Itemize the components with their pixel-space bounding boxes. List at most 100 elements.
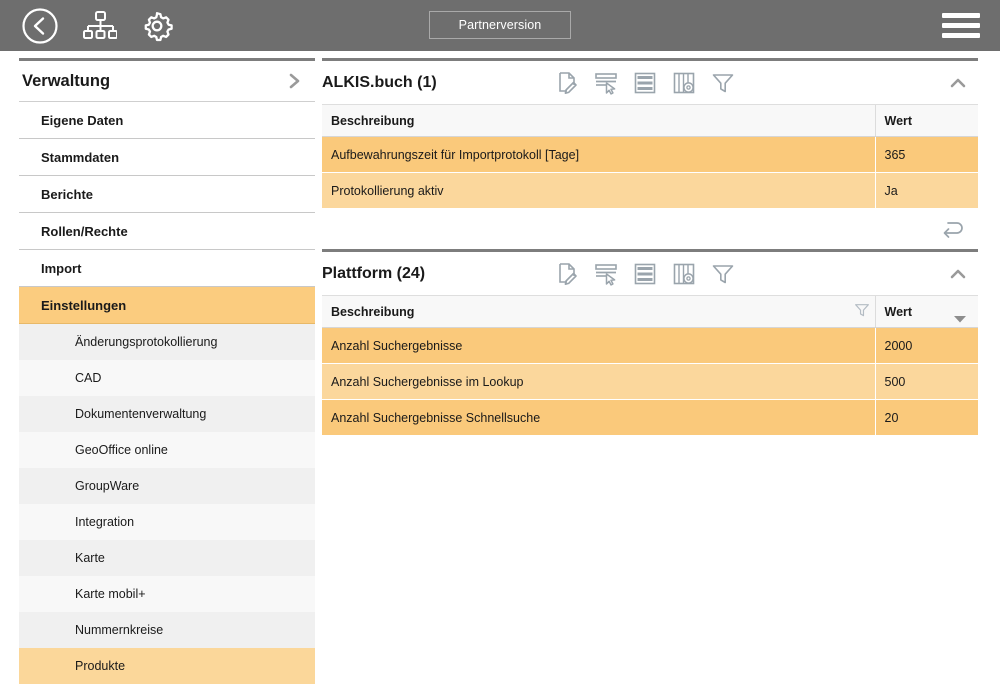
sidebar-subitem-label: Karte xyxy=(75,551,105,565)
table-row[interactable]: Protokollierung aktiv Ja xyxy=(322,173,978,209)
panel-header-actions xyxy=(948,264,978,284)
sort-caret-icon[interactable] xyxy=(954,315,966,323)
page-body: Verwaltung Eigene Daten Stammdaten Beric… xyxy=(0,51,1000,688)
sidebar-item-rollen-rechte[interactable]: Rollen/Rechte xyxy=(19,213,315,250)
edit-document-icon[interactable] xyxy=(554,261,580,287)
panel-footer xyxy=(322,209,978,249)
panel-title: ALKIS.buch (1) xyxy=(322,74,554,92)
panel-toolbar xyxy=(554,70,736,96)
sidebar-header[interactable]: Verwaltung xyxy=(19,61,315,102)
sidebar-main-list: Eigene Daten Stammdaten Berichte Rollen/… xyxy=(19,102,315,324)
sidebar-subitem-label: Karte mobil+ xyxy=(75,587,146,601)
chevron-up-icon[interactable] xyxy=(948,264,968,284)
cell-description: Protokollierung aktiv xyxy=(322,173,875,209)
sidebar-subitem-label: Nummernkreise xyxy=(75,623,163,637)
sidebar-subitem-label: GeoOffice online xyxy=(75,443,168,457)
sidebar-item-eigene-daten[interactable]: Eigene Daten xyxy=(19,102,315,139)
sidebar-subitem-label: Änderungsprotokollierung xyxy=(75,335,217,349)
sidebar-item-einstellungen[interactable]: Einstellungen xyxy=(19,287,315,324)
sidebar-item-label: Stammdaten xyxy=(41,150,119,165)
sidebar-item-berichte[interactable]: Berichte xyxy=(19,176,315,213)
sidebar-item-label: Berichte xyxy=(41,187,93,202)
sidebar-subitem-karte-mobil-plus[interactable]: Karte mobil+ xyxy=(19,576,315,612)
sidebar-subitem-nummernkreise[interactable]: Nummernkreise xyxy=(19,612,315,648)
hamburger-bar-1 xyxy=(942,13,980,18)
sidebar-item-label: Rollen/Rechte xyxy=(41,224,128,239)
sidebar-subitem-dokumentenverwaltung[interactable]: Dokumentenverwaltung xyxy=(19,396,315,432)
hamburger-bar-3 xyxy=(942,33,980,38)
cell-description: Anzahl Suchergebnisse xyxy=(322,328,875,364)
cell-description: Anzahl Suchergebnisse Schnellsuche xyxy=(322,400,875,436)
panel-alkis-buch: ALKIS.buch (1) xyxy=(322,58,978,249)
partnerversion-label: Partnerversion xyxy=(459,18,542,32)
panel-plattform: Plattform (24) xyxy=(322,249,978,484)
sidebar-subitem-label: CAD xyxy=(75,371,101,385)
panel-toolbar xyxy=(554,261,736,287)
cell-description: Anzahl Suchergebnisse im Lookup xyxy=(322,364,875,400)
chevron-right-icon[interactable] xyxy=(285,72,303,90)
cell-value: 365 xyxy=(875,137,978,173)
sidebar-subitem-groupware[interactable]: GroupWare xyxy=(19,468,315,504)
back-circle-icon[interactable] xyxy=(21,7,59,45)
panel-header: ALKIS.buch (1) xyxy=(322,61,978,104)
column-header-beschreibung[interactable]: Beschreibung xyxy=(322,296,875,328)
sidebar-subitem-label: Integration xyxy=(75,515,134,529)
partnerversion-button[interactable]: Partnerversion xyxy=(429,11,571,39)
column-filter-icon[interactable] xyxy=(854,302,870,318)
chevron-up-icon[interactable] xyxy=(948,73,968,93)
table-header-row: Beschreibung Wert xyxy=(322,296,978,328)
panel-header-actions xyxy=(948,73,978,93)
sidebar-item-label: Eigene Daten xyxy=(41,113,123,128)
sidebar-subitem-label: Produkte xyxy=(75,659,125,673)
settings-table: Beschreibung Wert Aufbewahrungszeit für … xyxy=(322,104,978,209)
sidebar-item-stammdaten[interactable]: Stammdaten xyxy=(19,139,315,176)
table-header-row: Beschreibung Wert xyxy=(322,105,978,137)
columns-settings-icon[interactable] xyxy=(671,261,697,287)
select-row-icon[interactable] xyxy=(593,261,619,287)
cell-value: 20 xyxy=(875,400,978,436)
panel-title: Plattform (24) xyxy=(322,265,554,283)
table-row[interactable]: Aufbewahrungszeit für Importprotokoll [T… xyxy=(322,137,978,173)
filter-icon[interactable] xyxy=(710,261,736,287)
hamburger-bar-2 xyxy=(942,23,980,28)
table-row[interactable]: Anzahl Suchergebnisse im Lookup 500 xyxy=(322,364,978,400)
sidebar-subitem-label: Dokumentenverwaltung xyxy=(75,407,206,421)
sidebar-subitem-cad[interactable]: CAD xyxy=(19,360,315,396)
settings-table: Beschreibung Wert xyxy=(322,295,978,436)
cell-description: Aufbewahrungszeit für Importprotokoll [T… xyxy=(322,137,875,173)
content-area: ALKIS.buch (1) xyxy=(322,58,978,484)
column-header-wert-label: Wert xyxy=(885,305,913,319)
table-row[interactable]: Anzahl Suchergebnisse 2000 xyxy=(322,328,978,364)
filter-icon[interactable] xyxy=(710,70,736,96)
rows-icon[interactable] xyxy=(632,261,658,287)
column-header-beschreibung[interactable]: Beschreibung xyxy=(322,105,875,137)
rows-icon[interactable] xyxy=(632,70,658,96)
top-app-bar: Partnerversion xyxy=(0,0,1000,51)
cell-value: Ja xyxy=(875,173,978,209)
edit-document-icon[interactable] xyxy=(554,70,580,96)
sidebar-subitem-produkte[interactable]: Produkte xyxy=(19,648,315,684)
hamburger-menu-icon[interactable] xyxy=(942,13,980,38)
sidebar-item-label: Einstellungen xyxy=(41,298,126,313)
cell-value: 2000 xyxy=(875,328,978,364)
panel-bottom-spacer xyxy=(322,436,978,484)
page-title: Verwaltung xyxy=(22,72,285,91)
sidebar-item-import[interactable]: Import xyxy=(19,250,315,287)
sidebar-subitem-integration[interactable]: Integration xyxy=(19,504,315,540)
select-row-icon[interactable] xyxy=(593,70,619,96)
columns-settings-icon[interactable] xyxy=(671,70,697,96)
org-chart-icon[interactable] xyxy=(83,9,117,43)
sidebar-item-label: Import xyxy=(41,261,81,276)
sidebar-subitem-geooffice-online[interactable]: GeoOffice online xyxy=(19,432,315,468)
table-row[interactable]: Anzahl Suchergebnisse Schnellsuche 20 xyxy=(322,400,978,436)
cell-value: 500 xyxy=(875,364,978,400)
sidebar-sub-list: Änderungsprotokollierung CAD Dokumentenv… xyxy=(19,324,315,684)
sidebar-subitem-aenderungsprotokollierung[interactable]: Änderungsprotokollierung xyxy=(19,324,315,360)
column-header-wert[interactable]: Wert xyxy=(875,296,978,328)
return-arrow-icon[interactable] xyxy=(940,218,966,240)
sidebar: Verwaltung Eigene Daten Stammdaten Beric… xyxy=(19,58,315,688)
gear-icon[interactable] xyxy=(140,9,174,43)
column-header-wert[interactable]: Wert xyxy=(875,105,978,137)
sidebar-subitem-karte[interactable]: Karte xyxy=(19,540,315,576)
sidebar-subitem-label: GroupWare xyxy=(75,479,139,493)
